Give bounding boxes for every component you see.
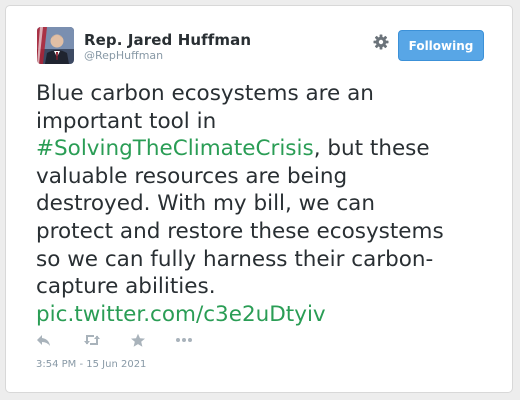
tweet-line: protect and restore these ecosystems <box>36 218 444 244</box>
timestamp[interactable]: 3:54 PM - 15 Jun 2021 <box>36 359 146 370</box>
tweet-line: Blue carbon ecosystems are an <box>36 81 374 106</box>
tweet-line: important tool in <box>36 108 217 134</box>
gear-icon[interactable] <box>372 33 390 51</box>
media-link[interactable]: pic.twitter.com/c3e2uDtyiv <box>36 302 326 327</box>
avatar[interactable] <box>37 27 74 64</box>
tweet-line: valuable resources are being <box>36 163 348 189</box>
tweet-card: Rep. Jared Huffman @RepHuffman Following… <box>5 5 513 393</box>
retweet-icon[interactable] <box>83 333 101 349</box>
following-button[interactable]: Following <box>398 30 484 61</box>
tweet-text: Blue carbon ecosystems are an important … <box>36 80 506 328</box>
user-handle[interactable]: @RepHuffman <box>84 49 163 62</box>
hashtag-link[interactable]: #SolvingTheClimateCrisis <box>36 136 314 161</box>
tweet-line: #SolvingTheClimateCrisis, but these <box>36 135 506 163</box>
tweet-line-text: , but these <box>313 136 430 162</box>
tweet-line: so we can fully harness their carbon- <box>36 246 434 272</box>
reply-icon[interactable] <box>36 333 54 349</box>
tweet-line: destroyed. With my bill, we can <box>36 191 375 217</box>
tweet-line: capture abilities. <box>36 274 216 300</box>
favorite-icon[interactable] <box>130 333 148 349</box>
more-icon[interactable] <box>175 333 193 349</box>
display-name[interactable]: Rep. Jared Huffman <box>84 31 251 49</box>
tweet-line: pic.twitter.com/c3e2uDtyiv <box>36 301 506 329</box>
